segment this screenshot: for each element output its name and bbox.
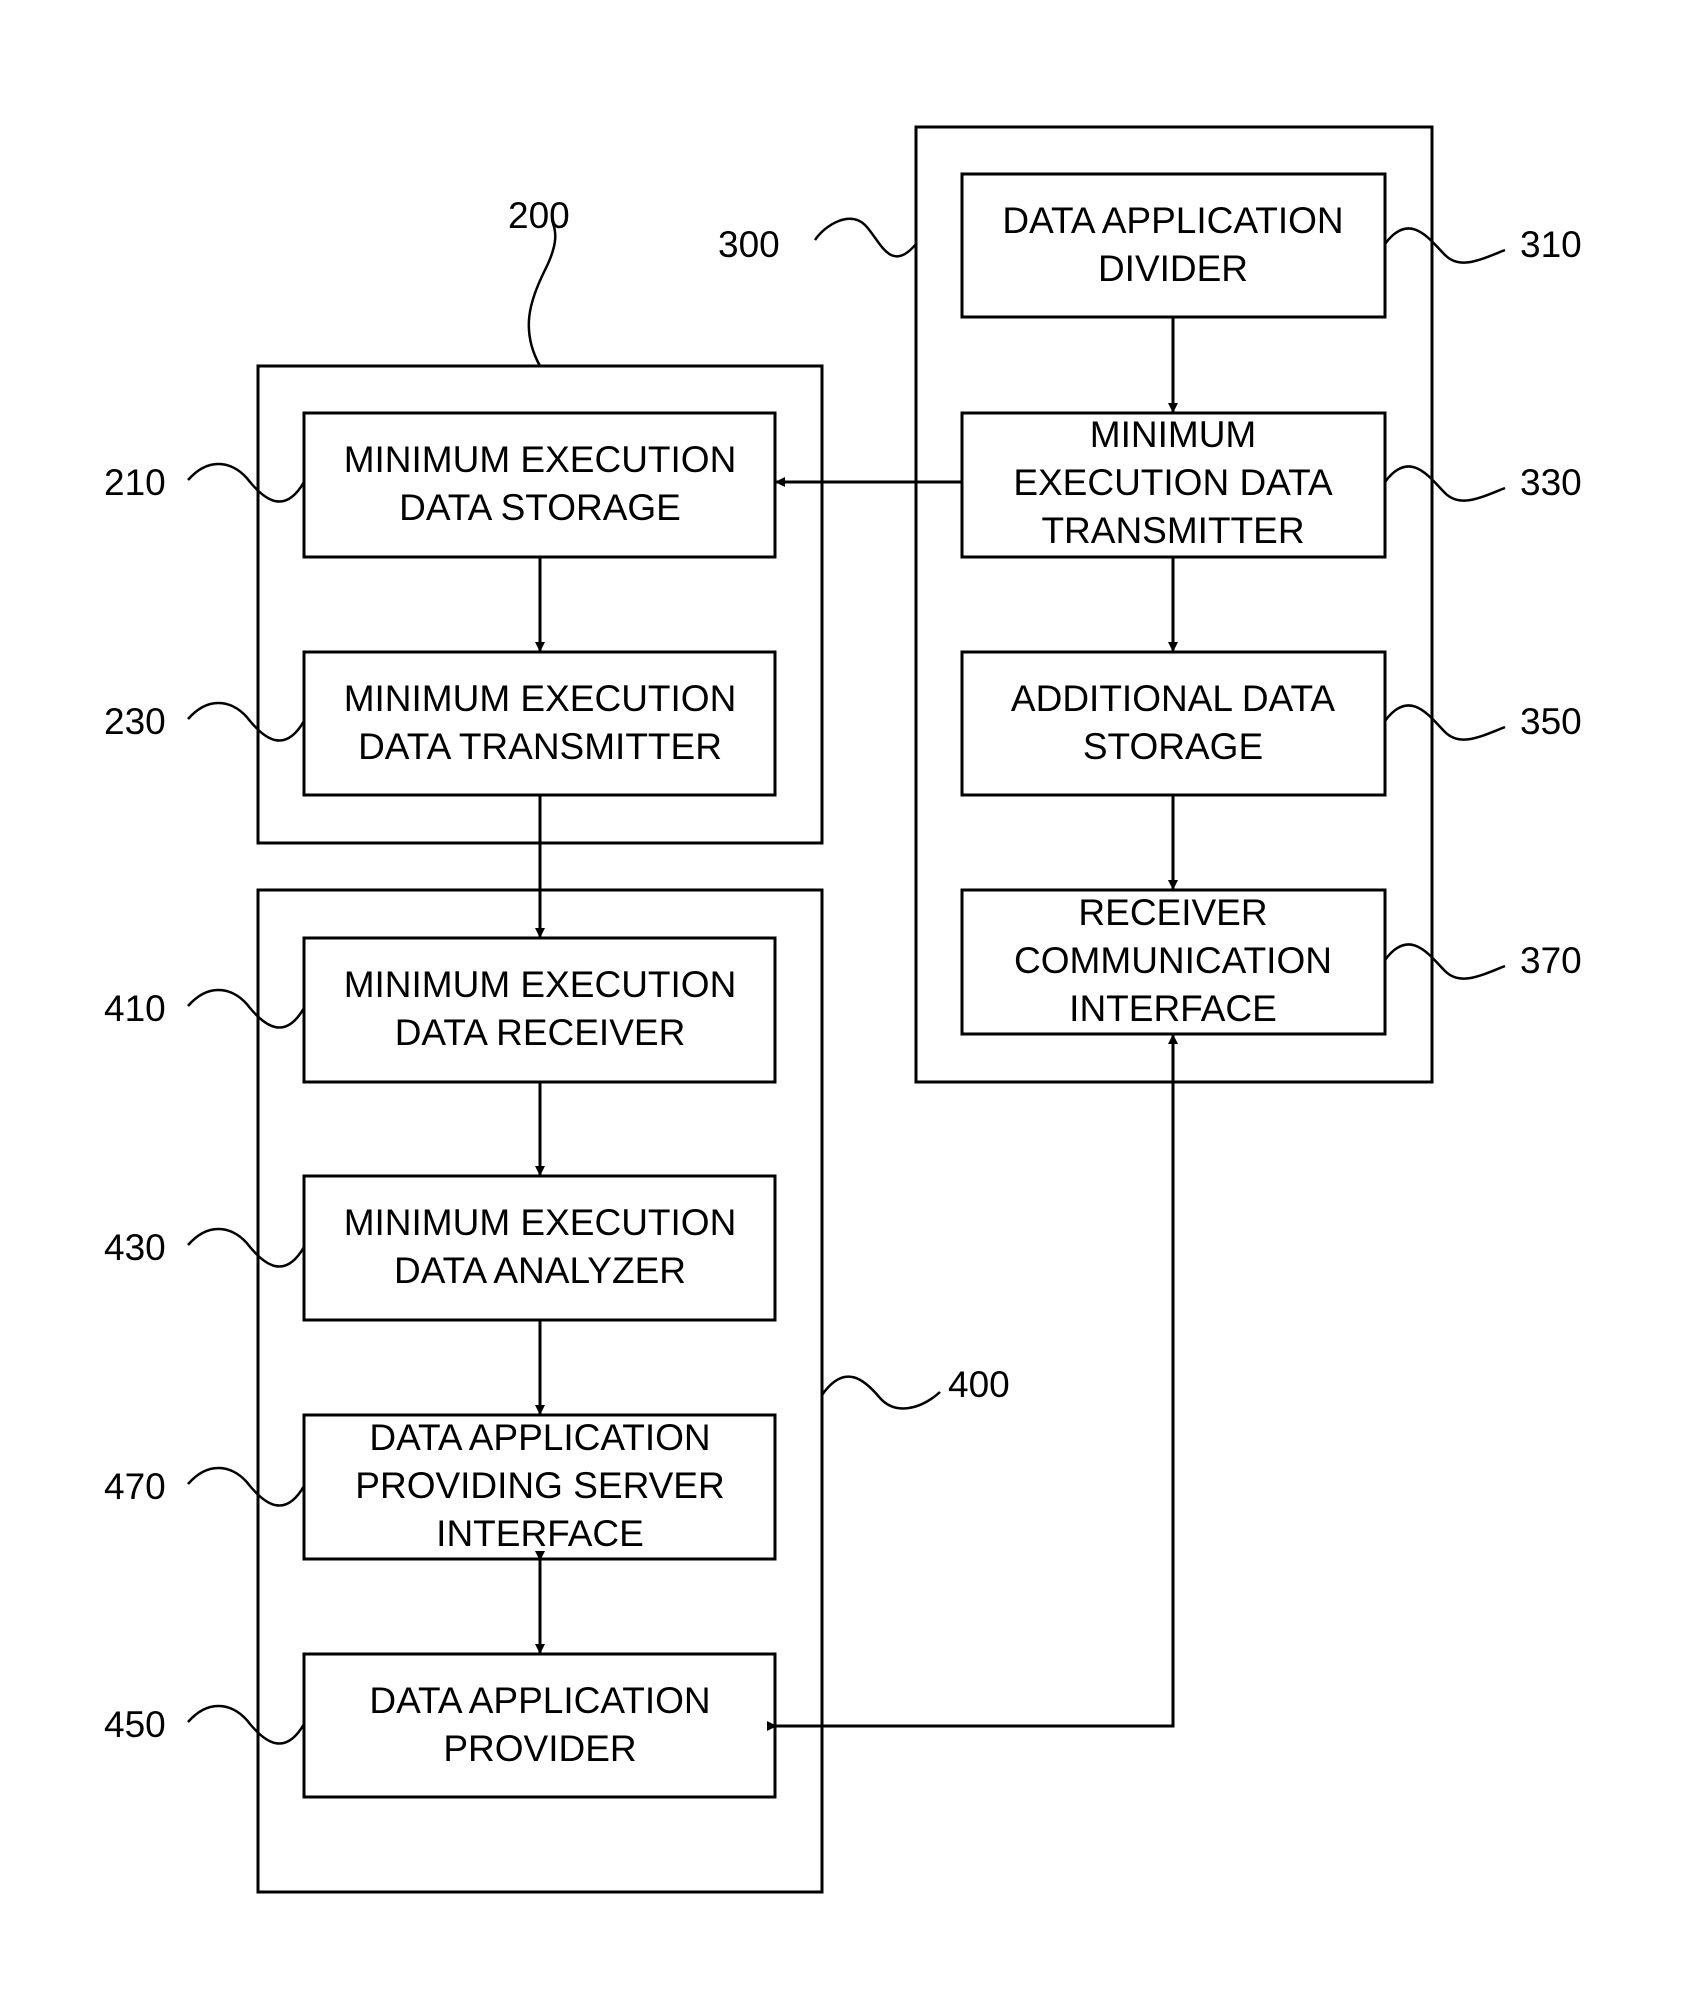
leader-470 — [187, 1466, 306, 1507]
leader-210 — [187, 462, 306, 503]
ref-230: 230 — [104, 701, 166, 742]
leader-230 — [187, 701, 306, 742]
ref-450: 450 — [104, 1704, 166, 1745]
block-330-line-2: EXECUTION DATA — [1013, 462, 1333, 503]
block-470: DATA APPLICATION PROVIDING SERVER INTERF… — [302, 1413, 777, 1561]
block-210: MINIMUM EXECUTION DATA STORAGE — [302, 411, 777, 559]
block-430-line-1: MINIMUM EXECUTION — [344, 1202, 737, 1243]
ref-370: 370 — [1520, 940, 1582, 981]
leader-410 — [187, 988, 306, 1029]
leader-430 — [187, 1227, 306, 1268]
ref-210: 210 — [104, 462, 166, 503]
ref-470: 470 — [104, 1466, 166, 1507]
block-310-line-2: DIVIDER — [1098, 248, 1248, 289]
leader-400 — [820, 1375, 941, 1410]
block-430: MINIMUM EXECUTION DATA ANALYZER — [302, 1174, 777, 1322]
block-410-line-1: MINIMUM EXECUTION — [344, 964, 737, 1005]
block-370-line-2: COMMUNICATION — [1014, 940, 1332, 981]
ref-200: 200 — [508, 195, 570, 236]
block-210-line-2: DATA STORAGE — [399, 487, 681, 528]
block-410: MINIMUM EXECUTION DATA RECEIVER — [302, 936, 777, 1084]
block-230-line-2: DATA TRANSMITTER — [358, 726, 722, 767]
ref-430: 430 — [104, 1227, 166, 1268]
leader-370 — [1383, 943, 1506, 980]
block-310-line-1: DATA APPLICATION — [1002, 200, 1343, 241]
block-450-line-1: DATA APPLICATION — [369, 1680, 710, 1721]
block-230-line-1: MINIMUM EXECUTION — [344, 678, 737, 719]
block-470-line-3: INTERFACE — [436, 1513, 644, 1554]
block-370-line-3: INTERFACE — [1069, 988, 1277, 1029]
block-350: ADDITIONAL DATA STORAGE — [960, 650, 1387, 797]
block-350-line-2: STORAGE — [1083, 726, 1263, 767]
ref-310: 310 — [1520, 224, 1582, 265]
block-310: DATA APPLICATION DIVIDER — [960, 172, 1387, 319]
block-350-line-1: ADDITIONAL DATA — [1011, 678, 1335, 719]
ref-410: 410 — [104, 988, 166, 1029]
block-410-line-2: DATA RECEIVER — [395, 1012, 686, 1053]
leader-200 — [527, 219, 557, 367]
block-470-line-1: DATA APPLICATION — [369, 1417, 710, 1458]
leader-310 — [1383, 227, 1506, 264]
block-330-line-1: MINIMUM — [1090, 414, 1256, 455]
block-470-line-2: PROVIDING SERVER — [355, 1465, 724, 1506]
block-370: RECEIVER COMMUNICATION INTERFACE — [960, 888, 1387, 1036]
leader-300 — [813, 217, 917, 258]
block-450-line-2: PROVIDER — [443, 1728, 636, 1769]
ref-400: 400 — [948, 1364, 1010, 1405]
ref-300: 300 — [718, 224, 780, 265]
ref-350: 350 — [1520, 701, 1582, 742]
block-230: MINIMUM EXECUTION DATA TRANSMITTER — [302, 650, 777, 797]
block-210-line-1: MINIMUM EXECUTION — [344, 439, 737, 480]
leader-330 — [1383, 465, 1506, 502]
leader-350 — [1383, 704, 1506, 741]
block-430-line-2: DATA ANALYZER — [394, 1250, 686, 1291]
block-330-line-3: TRANSMITTER — [1041, 510, 1304, 551]
leader-450 — [187, 1704, 306, 1745]
block-diagram: DATA APPLICATION DIVIDER MINIMUM EXECUTI… — [104, 125, 1582, 1894]
ref-330: 330 — [1520, 462, 1582, 503]
block-450: DATA APPLICATION PROVIDER — [302, 1652, 777, 1799]
block-370-line-1: RECEIVER — [1078, 892, 1267, 933]
block-330: MINIMUM EXECUTION DATA TRANSMITTER — [960, 411, 1387, 559]
